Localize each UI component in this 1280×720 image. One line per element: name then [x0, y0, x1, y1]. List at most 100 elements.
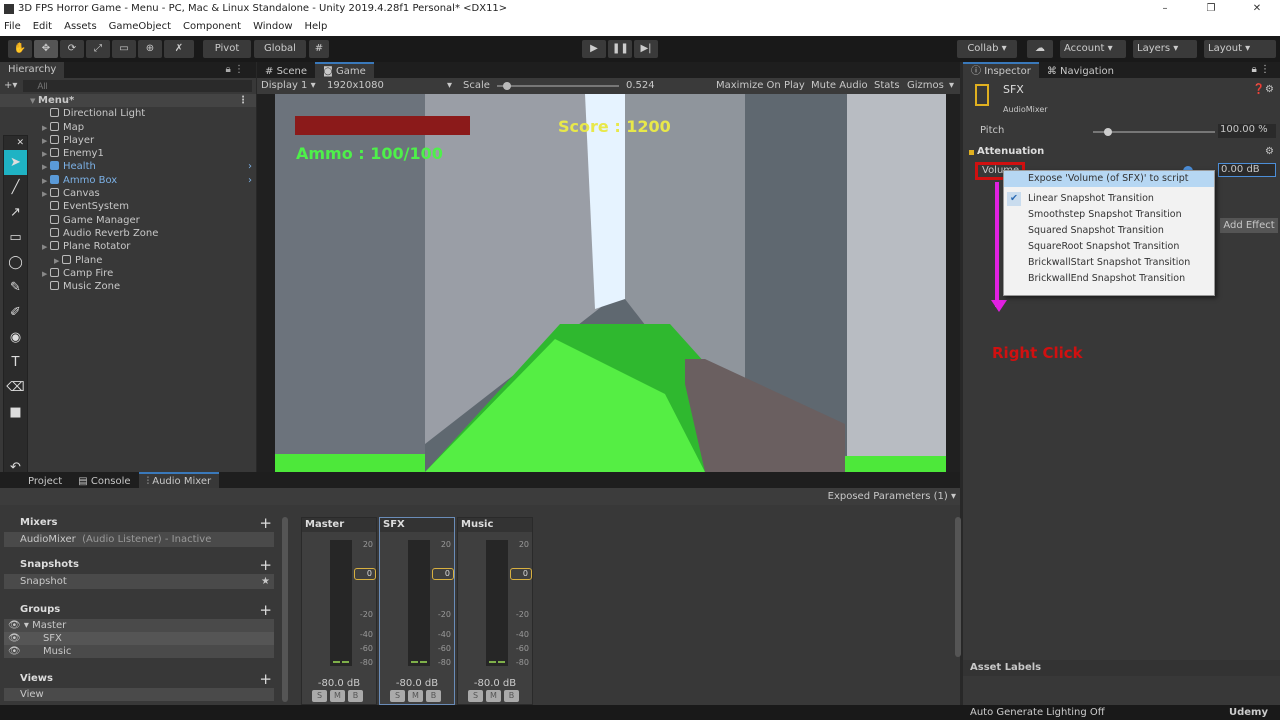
mixer-strip[interactable]: SFX 20 -20 -40 -60 -80 0 -80.0 dB S M B — [379, 517, 455, 705]
rectangle-icon[interactable]: ▭ — [4, 225, 27, 250]
transform-tool-icon[interactable]: ⊕ — [138, 40, 162, 58]
tab-project[interactable]: Project — [20, 474, 70, 490]
menu-item-brickwallend[interactable]: BrickwallEnd Snapshot Transition — [1004, 271, 1214, 287]
tab-console[interactable]: ▤ Console — [70, 474, 138, 490]
hierarchy-item[interactable]: ▶ Player — [0, 134, 256, 147]
hierarchy-search-input[interactable] — [23, 80, 252, 92]
expand-arrow-icon[interactable]: ▶ — [54, 255, 62, 268]
group-master[interactable]: 👁︎ ▾ Master — [4, 619, 274, 632]
account-dropdown[interactable]: Account ▾ — [1060, 40, 1126, 58]
group-sfx[interactable]: 👁︎ SFX — [4, 632, 274, 645]
attenuation-handle[interactable]: 0 — [510, 568, 532, 580]
close-icon[interactable]: ✕ — [4, 136, 27, 150]
rotate-tool-icon[interactable]: ⟳ — [60, 40, 84, 58]
global-button[interactable]: Global — [254, 40, 306, 58]
layout-dropdown[interactable]: Layout ▾ — [1204, 40, 1276, 58]
arrow-icon[interactable]: ↗ — [4, 200, 27, 225]
pitch-slider-knob[interactable] — [1104, 128, 1113, 136]
grid-snap-icon[interactable]: # — [309, 40, 329, 58]
menu-file[interactable]: File — [4, 18, 21, 36]
chevron-right-icon[interactable]: › — [248, 174, 252, 187]
stats-toggle[interactable]: Stats — [874, 78, 900, 94]
mixer-item[interactable]: AudioMixer (Audio Listener) - Inactive — [4, 532, 274, 547]
mute-button[interactable]: M — [408, 690, 423, 702]
ellipse-icon[interactable]: ◯ — [4, 250, 27, 275]
add-snapshot-button[interactable]: + — [259, 556, 272, 574]
tab-hierarchy[interactable]: Hierarchy — [0, 62, 65, 78]
scale-slider-knob[interactable] — [502, 82, 511, 90]
cloud-icon[interactable]: ☁ — [1027, 40, 1053, 58]
menu-gameobject[interactable]: GameObject — [109, 18, 171, 36]
eraser-icon[interactable]: ⌫ — [4, 375, 27, 400]
minimize-button[interactable]: – — [1142, 0, 1188, 18]
expand-arrow-icon[interactable]: ▶ — [42, 122, 50, 135]
step-button[interactable]: ▶| — [634, 40, 658, 58]
menu-item-smoothstep[interactable]: Smoothstep Snapshot Transition — [1004, 207, 1214, 223]
menu-item-squareroot[interactable]: SquareRoot Snapshot Transition — [1004, 239, 1214, 255]
line-icon[interactable]: ╱ — [4, 175, 27, 200]
snapshot-item[interactable]: Snapshot ★ — [4, 574, 274, 589]
hierarchy-item[interactable]: ▶ Map — [0, 121, 256, 134]
expand-arrow-icon[interactable]: ▶ — [42, 241, 50, 254]
pause-button[interactable]: ❚❚ — [608, 40, 632, 58]
move-tool-icon[interactable]: ✥ — [34, 40, 58, 58]
mixer-scrollbar[interactable] — [955, 517, 961, 657]
display-dropdown[interactable]: Display 1 ▾ — [261, 78, 316, 94]
menu-item-linear[interactable]: ✔ Linear Snapshot Transition — [1004, 191, 1214, 207]
mute-button[interactable]: M — [330, 690, 345, 702]
add-effect-button[interactable]: Add Effect — [1220, 218, 1278, 233]
hierarchy-item[interactable]: Music Zone — [0, 280, 256, 293]
layers-dropdown[interactable]: Layers ▾ — [1133, 40, 1197, 58]
pitch-slider[interactable] — [1093, 128, 1215, 136]
pitch-field[interactable]: 100.00 % — [1218, 124, 1276, 138]
menu-help[interactable]: Help — [305, 18, 328, 36]
solo-button[interactable]: S — [390, 690, 405, 702]
scene-row[interactable]: ▼ Menu* ⋮ — [0, 94, 256, 108]
custom-tool-icon[interactable]: ✗ — [164, 40, 194, 58]
expand-arrow-icon[interactable]: ▶ — [42, 135, 50, 148]
create-button[interactable]: +▾ — [4, 80, 17, 92]
menu-item-expose[interactable]: Expose 'Volume (of SFX)' to script — [1004, 171, 1214, 187]
mute-audio-toggle[interactable]: Mute Audio — [811, 78, 868, 94]
add-group-button[interactable]: + — [259, 601, 272, 619]
hierarchy-item[interactable]: Game Manager — [0, 214, 256, 227]
color-swatch[interactable]: ■ — [4, 400, 27, 425]
bypass-button[interactable]: B — [348, 690, 363, 702]
star-icon[interactable]: ★ — [261, 574, 270, 589]
hierarchy-item[interactable]: ▶ Ammo Box › — [0, 174, 256, 187]
gizmos-toggle[interactable]: Gizmos — [907, 78, 944, 94]
pivot-button[interactable]: Pivot — [203, 40, 251, 58]
expand-arrow-icon[interactable]: ▶ — [42, 268, 50, 281]
menu-item-brickwallstart[interactable]: BrickwallStart Snapshot Transition — [1004, 255, 1214, 271]
exposed-parameters-dropdown[interactable]: Exposed Parameters (1) ▾ — [828, 491, 956, 502]
scale-tool-icon[interactable]: ⤢ — [86, 40, 110, 58]
play-button[interactable]: ▶ — [582, 40, 606, 58]
asset-labels-header[interactable]: Asset Labels — [963, 660, 1280, 676]
menu-window[interactable]: Window — [253, 18, 292, 36]
text-icon[interactable]: T — [4, 350, 27, 375]
tab-audio-mixer[interactable]: ⫶ Audio Mixer — [138, 472, 220, 488]
mute-button[interactable]: M — [486, 690, 501, 702]
tab-navigation[interactable]: ⌘ Navigation — [1039, 64, 1122, 80]
add-mixer-button[interactable]: + — [259, 514, 272, 532]
hierarchy-item[interactable]: ▶ Plane — [0, 254, 256, 267]
collab-button[interactable]: Collab ▾ — [957, 40, 1017, 58]
menu-edit[interactable]: Edit — [33, 18, 52, 36]
group-music[interactable]: 👁︎ Music — [4, 645, 274, 658]
maximize-button[interactable]: ❐ — [1188, 0, 1234, 18]
expand-arrow-icon[interactable]: ▶ — [42, 175, 50, 188]
hierarchy-item[interactable]: ▶ Canvas — [0, 187, 256, 200]
menu-component[interactable]: Component — [183, 18, 241, 36]
select-arrow-icon[interactable]: ➤ — [4, 150, 27, 175]
menu-assets[interactable]: Assets — [64, 18, 97, 36]
close-button[interactable]: ✕ — [1234, 0, 1280, 18]
mixer-strip[interactable]: Music 20 -20 -40 -60 -80 0 -80.0 dB S M B — [457, 517, 533, 705]
lock-icon[interactable]: 🔒︎ ⋮ — [226, 62, 245, 78]
hierarchy-item[interactable]: Audio Reverb Zone — [0, 227, 256, 240]
help-settings-icon[interactable]: ❓⚙ — [1253, 84, 1274, 95]
bypass-button[interactable]: B — [426, 690, 441, 702]
expand-arrow-icon[interactable]: ▶ — [42, 148, 50, 161]
resolution-dropdown[interactable]: 1920x1080 — [327, 78, 384, 94]
expand-arrow-icon[interactable]: ▶ — [42, 161, 50, 174]
attenuation-handle[interactable]: 0 — [432, 568, 454, 580]
